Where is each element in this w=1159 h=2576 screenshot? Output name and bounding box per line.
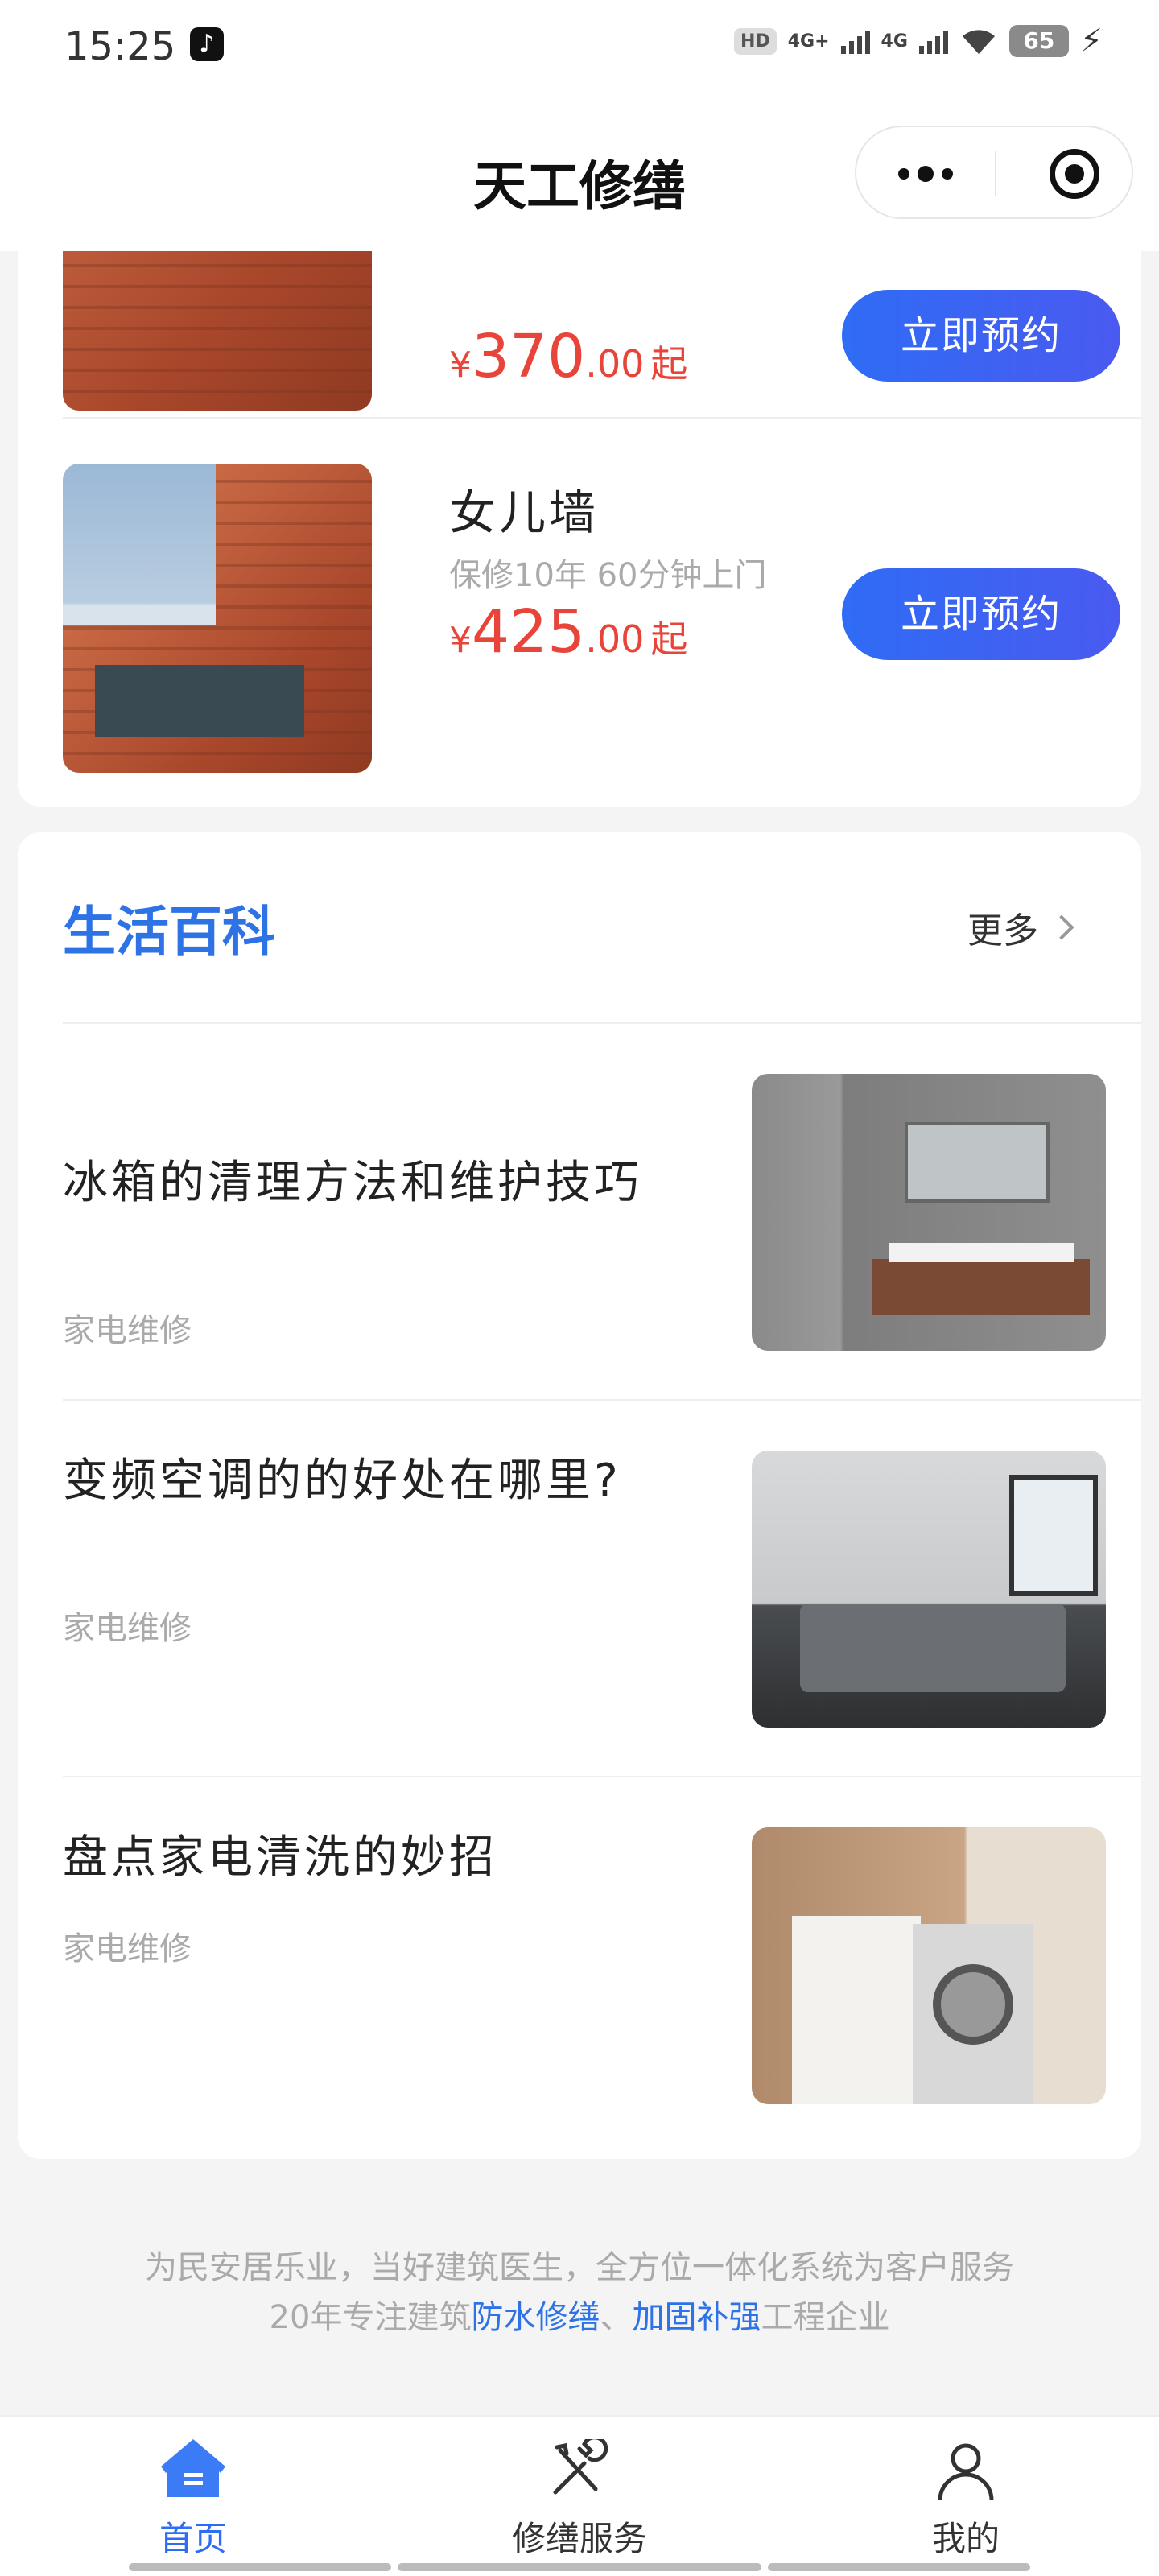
article-image (752, 1074, 1106, 1351)
slogan-line-2: 20年专注建筑防水修缮、加固补强工程企业 (269, 2299, 890, 2336)
battery-icon: 65 (1008, 25, 1069, 57)
tab-mine[interactable]: 我的 (773, 2417, 1159, 2576)
more-link[interactable]: 更多 (967, 902, 1074, 953)
more-dots-icon[interactable] (856, 127, 995, 221)
scroll-indicator (129, 2563, 391, 2571)
tab-label: 修缮服务 (511, 2519, 647, 2558)
service-price: ¥425.00 起 (449, 597, 688, 667)
article-category: 家电维修 (63, 1610, 192, 1647)
service-price: ¥370.00 起 (449, 322, 688, 391)
tab-label: 首页 (159, 2519, 227, 2558)
waterproof-link: 防水修缮 (471, 2299, 600, 2336)
section-title: 生活百科 (63, 901, 275, 963)
book-now-button[interactable]: 立即预约 (842, 290, 1120, 382)
article-image (752, 1451, 1106, 1728)
capsule-divider (995, 151, 996, 196)
charging-icon: ⚡ (1079, 23, 1103, 60)
article-title: 冰箱的清理方法和维护技巧 (63, 1157, 642, 1209)
status-indicators: HD 4G+ 4G 65 ⚡ (734, 23, 1103, 60)
tiktok-icon: ♪ (190, 27, 224, 61)
network-type-1: 4G+ (787, 31, 830, 52)
mini-program-capsule (855, 126, 1133, 219)
network-type-2: 4G (881, 31, 908, 52)
service-subtitle: 保修10年 60分钟上门 (449, 557, 767, 594)
scroll-indicator (768, 2563, 1030, 2571)
article-title: 盘点家电清洗的妙招 (63, 1831, 497, 1884)
article-item[interactable]: 盘点家电清洗的妙招 家电维修 (63, 1777, 1141, 2154)
tab-label: 我的 (931, 2519, 1000, 2558)
title-bar: 天工修缮 (0, 93, 1159, 251)
article-title: 变频空调的的好处在哪里? (63, 1455, 621, 1507)
more-label: 更多 (967, 910, 1038, 952)
reinforcement-link: 加固补强 (632, 2299, 761, 2336)
article-category: 家电维修 (63, 1312, 192, 1349)
user-icon (938, 2443, 994, 2501)
article-item[interactable]: 冰箱的清理方法和维护技巧 家电维修 (63, 1024, 1141, 1401)
home-icon (161, 2439, 225, 2497)
hd-badge: HD (734, 27, 777, 55)
status-bar: 15:25 ♪ HD 4G+ 4G 65 ⚡ (0, 0, 1159, 93)
signal-icon (840, 28, 870, 54)
service-image (63, 464, 372, 773)
close-target-icon[interactable] (1050, 149, 1099, 199)
bottom-tab-bar: 首页 修缮服务 我的 (0, 2415, 1159, 2576)
chevron-right-icon (1049, 914, 1074, 940)
tools-icon (553, 2439, 608, 2495)
signal-icon-2 (918, 28, 948, 54)
status-time: 15:25 (64, 24, 176, 69)
service-image (63, 251, 372, 411)
tab-repair-service[interactable]: 修缮服务 (386, 2417, 773, 2576)
tab-home[interactable]: 首页 (0, 2417, 386, 2576)
service-item[interactable]: 女儿墙 保修10年 60分钟上门 ¥425.00 起 立即预约 (63, 419, 1141, 789)
slogan-line-1: 为民安居乐业，当好建筑医生，全方位一体化系统为客户服务 (145, 2249, 1014, 2286)
life-wiki-card: 生活百科 更多 冰箱的清理方法和维护技巧 家电维修 变频空调的的好处在哪里? 家… (18, 832, 1141, 2159)
services-card: ¥370.00 起 立即预约 女儿墙 保修10年 60分钟上门 ¥425.00 起 … (18, 251, 1141, 807)
service-item[interactable]: ¥370.00 起 立即预约 (63, 251, 1141, 417)
book-now-button[interactable]: 立即预约 (842, 568, 1120, 660)
article-category: 家电维修 (63, 1930, 192, 1967)
article-item[interactable]: 变频空调的的好处在哪里? 家电维修 (63, 1401, 1141, 1777)
service-name: 女儿墙 (449, 485, 600, 540)
article-image (752, 1827, 1106, 2104)
wifi-icon (962, 30, 995, 54)
scroll-indicator (398, 2563, 761, 2571)
